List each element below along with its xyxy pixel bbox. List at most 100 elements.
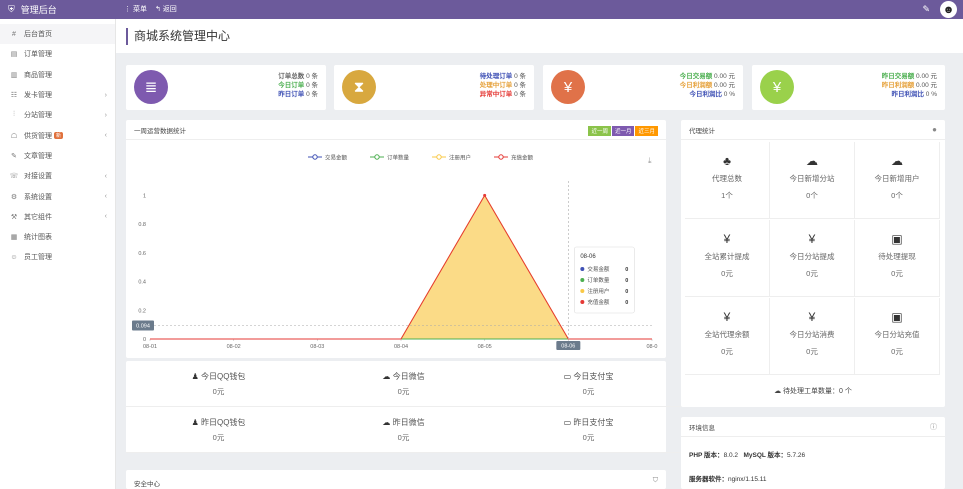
- avatar[interactable]: ☻: [940, 1, 957, 18]
- sidebar-item[interactable]: ▥ 商品管理: [0, 65, 115, 85]
- agent-stat-label: 今日分站充值: [874, 330, 920, 339]
- payment-icon: ☁: [382, 372, 393, 381]
- stat-value: 0.00: [916, 82, 929, 89]
- pointer-x-label: 08-06: [561, 344, 575, 350]
- brand[interactable]: ⛨ 管理后台: [8, 3, 57, 16]
- period-button[interactable]: 近一周: [588, 126, 611, 136]
- stat-line: 今日利润额 0.00 元: [680, 81, 735, 90]
- stat-line: 昨日利润额 0.00 元: [882, 81, 937, 90]
- chevron-icon: ›: [104, 91, 107, 99]
- stat-label: 异常中订单: [479, 91, 513, 98]
- stat-label: 处理中订单: [479, 82, 513, 89]
- sidebar-item[interactable]: ☺ 员工管理: [0, 247, 115, 267]
- security-title: 安全中心: [134, 481, 160, 488]
- mysql-value: 5.7.26: [787, 452, 806, 459]
- stat-label: 今日利润比: [689, 91, 722, 98]
- sidebar-item-icon: ▤: [10, 51, 18, 59]
- legend-marker: [312, 154, 318, 160]
- sidebar-item[interactable]: ☷ 发卡管理 ›: [0, 85, 115, 105]
- download-icon[interactable]: ⤓: [648, 156, 652, 165]
- payment-cell: ☁ 今日微信 0元: [311, 361, 496, 407]
- stat-label: 昨日利润比: [891, 91, 924, 98]
- tooltip-date: 08-06: [580, 254, 596, 260]
- sidebar-item[interactable]: ⚒ 其它组件 ‹: [0, 207, 115, 227]
- wrench-icon[interactable]: ✎: [922, 4, 930, 15]
- tooltip-row-value: 0: [625, 267, 628, 273]
- payment-icon: ☁: [382, 418, 393, 427]
- payment-cell: ♟ 昨日QQ钱包 0元: [126, 407, 311, 453]
- legend-label[interactable]: 充值金额: [511, 154, 534, 162]
- stat-value: 0: [306, 73, 310, 80]
- tooltip-dot: [580, 278, 585, 282]
- tooltip-row-value: 0: [625, 300, 628, 306]
- weekly-chart[interactable]: 交易金额 订单数量 注册用户 充值金额 ⤓00.20.40.60.8108-01 08-0…: [126, 141, 666, 356]
- agent-stat-icon: ▣: [891, 232, 903, 246]
- sidebar-item-label: 对接设置: [24, 173, 52, 181]
- chart-legend: 交易金额 订单数量 注册用户 充值金额: [308, 154, 534, 162]
- back-button[interactable]: ↰ 返回: [155, 4, 177, 14]
- agent-stat-label: 全站累计提成: [704, 252, 750, 261]
- mysql-label: MySQL 版本：: [743, 452, 788, 459]
- payment-icon: ♟: [191, 372, 201, 381]
- sidebar-item[interactable]: ⫶ 分站管理 ›: [0, 105, 115, 125]
- sidebar-item[interactable]: ☏ 对接设置 ‹: [0, 166, 115, 186]
- stat-value: 0: [514, 73, 518, 80]
- sidebar-item[interactable]: ⚙ 系统设置 ‹: [0, 186, 115, 206]
- legend-label[interactable]: 交易金额: [325, 154, 348, 162]
- stat-value: 0: [514, 91, 518, 98]
- period-button[interactable]: 近三月: [635, 126, 658, 136]
- x-tick-label: 08-0: [646, 344, 657, 350]
- agent-stat-icon: ¥: [808, 232, 816, 246]
- sidebar-item[interactable]: # 后台首页: [0, 24, 115, 45]
- agent-stat-cell: ▣ 今日分站充值 0元: [855, 298, 940, 375]
- agent-stat-label: 全站代理余额: [704, 330, 750, 339]
- legend-label[interactable]: 订单数量: [387, 154, 410, 162]
- payment-label: 今日支付宝: [573, 372, 614, 381]
- payment-icon: ♟: [191, 418, 201, 427]
- payment-label: 今日QQ钱包: [200, 372, 246, 381]
- payments-panel: ♟ 今日QQ钱包 0元 ☁ 今日微信 0元 ▭ 今日支付宝 0元 ♟ 昨日QQ钱包 0元 ☁ 昨…: [126, 361, 681, 453]
- agent-stat-icon: ▣: [891, 310, 903, 324]
- sidebar-item[interactable]: ▦ 统计图表: [0, 227, 115, 247]
- sidebar-item-label: 后台首页: [24, 31, 52, 39]
- payment-value: 0元: [397, 387, 410, 396]
- x-tick-label: 08-01: [143, 344, 157, 350]
- sidebar-item-icon: ▥: [10, 71, 18, 79]
- tooltip-dot: [580, 289, 585, 293]
- legend-marker: [374, 154, 380, 160]
- y-tick-label: 0.2: [138, 308, 146, 314]
- sidebar-item-label: 订单管理: [24, 51, 52, 59]
- agent-stat-value: 0元: [806, 269, 818, 278]
- stat-unit: %: [931, 91, 937, 98]
- sidebar-item[interactable]: ☖ 供货管理新 ‹: [0, 125, 115, 145]
- payment-value: 0元: [582, 387, 595, 396]
- period-button[interactable]: 近一月: [611, 126, 635, 136]
- stat-card: ¥ 今日交易额 0.00 元今日利润额 0.00 元今日利润比 0 %: [543, 65, 743, 110]
- stat-line: 今日交易额 0.00 元: [680, 72, 735, 81]
- legend-label[interactable]: 注册用户: [449, 154, 471, 162]
- x-tick-label: 08-04: [394, 344, 408, 350]
- security-panel: 安全中心 ⛉: [126, 470, 666, 489]
- agent-stat-cell: ▣ 待处理提现 0元: [855, 220, 940, 297]
- sidebar-item-label: 发卡管理: [24, 92, 52, 100]
- agent-stat-value: 0元: [806, 347, 818, 356]
- y-tick-label: 0.4: [138, 280, 146, 286]
- top-bar: ⛨ 管理后台 ⋮ 菜单 ↰ 返回 ✎ ☻: [0, 0, 963, 19]
- env-title: 环境信息: [689, 424, 715, 432]
- server-label: 服务器软件：: [689, 476, 728, 483]
- payment-label: 昨日QQ钱包: [200, 418, 246, 427]
- payment-cell: ▭ 今日支付宝 0元: [496, 361, 681, 407]
- stat-line: 订单总数 0 条: [278, 72, 318, 81]
- sidebar-item[interactable]: ✎ 文章管理: [0, 146, 115, 166]
- stat-unit: 元: [728, 73, 736, 80]
- shield-icon[interactable]: ⛉: [653, 477, 658, 485]
- chart-tooltip: 08-06 交易金额 0 订单数量 0 注册用户 0 充值金额 0: [574, 246, 635, 314]
- sidebar-item-icon: ✎: [11, 152, 17, 160]
- stat-line: 待处理订单 0 条: [480, 72, 526, 81]
- sidebar-item-label: 统计图表: [24, 234, 52, 242]
- sidebar-item[interactable]: ▤ 订单管理: [0, 44, 115, 64]
- collapse-dot-icon[interactable]: ●: [932, 125, 937, 134]
- menu-button[interactable]: ⋮ 菜单: [124, 4, 147, 14]
- info-icon[interactable]: ⓘ: [930, 422, 937, 432]
- agent-stat-cell: ☁ 今日新增分站 0个: [770, 142, 855, 219]
